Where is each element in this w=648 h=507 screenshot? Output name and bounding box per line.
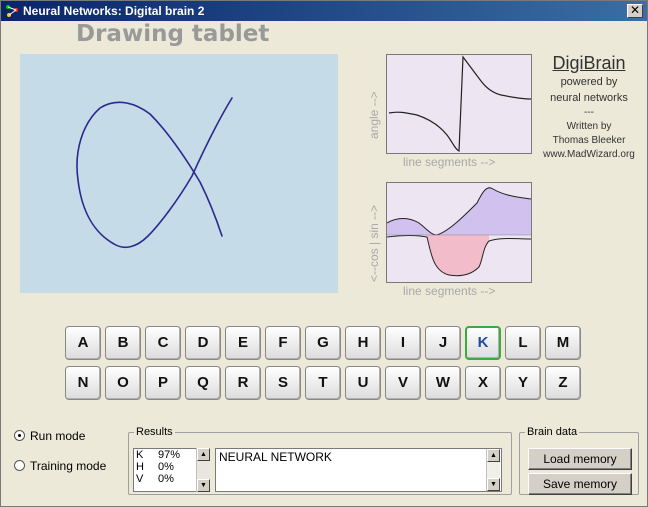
key-d[interactable]: D — [185, 326, 221, 360]
score-row: H 0% — [136, 461, 174, 473]
brand-panel: DigiBrain powered by neural networks ---… — [534, 53, 644, 162]
key-m[interactable]: M — [545, 326, 581, 360]
key-n[interactable]: N — [65, 366, 101, 400]
key-y[interactable]: Y — [505, 366, 541, 400]
key-v[interactable]: V — [385, 366, 421, 400]
title-bar: Neural Networks: Digital brain 2 ✕ — [1, 1, 647, 21]
keyboard-row-2: NOPQRSTUVWXYZ — [65, 366, 585, 400]
app-window: Neural Networks: Digital brain 2 ✕ Drawi… — [0, 0, 648, 507]
brain-data-legend: Brain data — [527, 426, 578, 438]
close-button[interactable]: ✕ — [627, 4, 643, 18]
text-scrollbar[interactable]: ▲ ▼ — [486, 449, 500, 491]
drawing-tablet[interactable] — [20, 54, 338, 293]
key-c[interactable]: C — [145, 326, 181, 360]
sincos-x-label: line segments --> — [403, 284, 496, 298]
app-icon — [6, 5, 18, 17]
window-title: Neural Networks: Digital brain 2 — [23, 4, 205, 18]
training-mode-radio[interactable]: Training mode — [14, 459, 106, 473]
key-q[interactable]: Q — [185, 366, 221, 400]
load-memory-button[interactable]: Load memory — [528, 448, 632, 470]
tablet-title: Drawing tablet — [76, 21, 270, 47]
results-group: Results K 97% H 0% V 0% ▲ ▼ NEURAL NETWORK … — [128, 426, 512, 495]
key-o[interactable]: O — [105, 366, 141, 400]
key-t[interactable]: T — [305, 366, 341, 400]
keyboard-row-1: ABCDEFGHIJKLM — [65, 326, 585, 360]
key-u[interactable]: U — [345, 366, 381, 400]
brain-data-group: Brain data Load memory Save memory — [519, 426, 639, 495]
key-g[interactable]: G — [305, 326, 341, 360]
score-row: K 97% — [136, 449, 181, 461]
result-text: NEURAL NETWORK — [219, 450, 332, 464]
result-text-field[interactable]: NEURAL NETWORK — [215, 448, 502, 492]
key-i[interactable]: I — [385, 326, 421, 360]
scores-list[interactable]: K 97% H 0% V 0% — [133, 448, 197, 492]
brand-line-4: Written by — [566, 121, 612, 132]
key-s[interactable]: S — [265, 366, 301, 400]
scores-scrollbar[interactable]: ▲ ▼ — [196, 448, 210, 492]
training-mode-radio-dot — [14, 460, 25, 471]
key-p[interactable]: P — [145, 366, 181, 400]
angle-graph — [386, 54, 532, 154]
results-legend: Results — [136, 426, 173, 438]
run-mode-label: Run mode — [30, 429, 86, 443]
key-l[interactable]: L — [505, 326, 541, 360]
text-scroll-down-icon[interactable]: ▼ — [487, 478, 500, 491]
close-icon: ✕ — [629, 3, 641, 17]
sincos-axis-label: <--cos | sin --> — [367, 204, 381, 282]
key-a[interactable]: A — [65, 326, 101, 360]
angle-x-label: line segments --> — [403, 155, 496, 169]
brand-line-3: --- — [584, 107, 594, 118]
drawn-stroke — [76, 97, 233, 249]
angle-axis-label: angle --> — [367, 91, 381, 139]
score-row: V 0% — [136, 473, 174, 485]
angle-curve — [388, 55, 531, 152]
key-f[interactable]: F — [265, 326, 301, 360]
brand-line-6: www.MadWizard.org — [543, 149, 635, 160]
sincos-curves — [387, 187, 531, 277]
scroll-up-icon[interactable]: ▲ — [197, 448, 210, 461]
key-k[interactable]: K — [465, 326, 501, 360]
save-memory-button[interactable]: Save memory — [528, 473, 632, 495]
key-r[interactable]: R — [225, 366, 261, 400]
training-mode-label: Training mode — [30, 459, 107, 473]
text-scroll-up-icon[interactable]: ▲ — [487, 449, 500, 462]
brand-line-1: powered by — [560, 76, 618, 88]
run-mode-radio[interactable]: Run mode — [14, 429, 85, 443]
key-e[interactable]: E — [225, 326, 261, 360]
key-j[interactable]: J — [425, 326, 461, 360]
run-mode-radio-dot — [14, 430, 25, 441]
key-z[interactable]: Z — [545, 366, 581, 400]
key-w[interactable]: W — [425, 366, 461, 400]
key-b[interactable]: B — [105, 326, 141, 360]
brand-line-2: neural networks — [550, 92, 628, 104]
brand-name: DigiBrain — [552, 53, 626, 73]
sincos-graph — [386, 182, 532, 283]
scroll-down-icon[interactable]: ▼ — [197, 479, 210, 492]
key-h[interactable]: H — [345, 326, 381, 360]
key-x[interactable]: X — [465, 366, 501, 400]
brand-line-5: Thomas Bleeker — [552, 135, 626, 146]
